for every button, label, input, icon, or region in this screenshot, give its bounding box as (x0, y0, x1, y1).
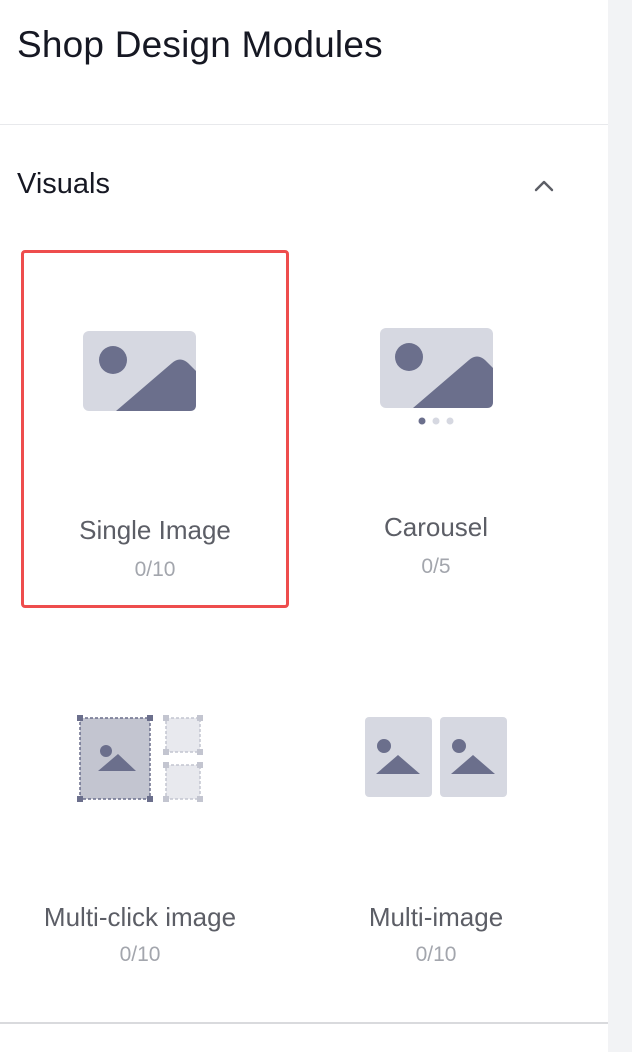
section-title: Visuals (17, 168, 110, 200)
module-card-single-image[interactable]: Single Image 0/10 (21, 250, 289, 608)
scroll-gutter (608, 0, 632, 1052)
multi-image-icon (302, 640, 570, 890)
module-count: 0/10 (119, 943, 161, 966)
title-divider (0, 124, 608, 125)
module-card-multi-image[interactable]: Multi-image 0/10 (302, 640, 570, 998)
modules-panel: Shop Design Modules Visuals Single Image… (0, 0, 608, 1052)
module-label: Multi-click image (43, 902, 237, 932)
chevron-up-icon (534, 180, 554, 192)
single-image-icon (24, 253, 286, 503)
section-divider (0, 1022, 608, 1024)
module-label: Single Image (79, 515, 231, 545)
section-header-visuals[interactable]: Visuals (0, 150, 608, 222)
module-card-multi-click-image[interactable]: Multi-click image 0/10 (6, 640, 274, 998)
module-count: 0/5 (421, 555, 451, 578)
multi-click-image-icon (6, 640, 274, 890)
module-label: Carousel (383, 512, 489, 542)
module-card-carousel[interactable]: Carousel 0/5 (302, 250, 570, 608)
collapse-button[interactable] (526, 168, 562, 204)
module-label: Multi-image (368, 902, 504, 932)
page-title: Shop Design Modules (17, 24, 383, 65)
module-count: 0/10 (415, 943, 457, 966)
carousel-icon (302, 250, 570, 500)
module-count: 0/10 (134, 558, 176, 581)
